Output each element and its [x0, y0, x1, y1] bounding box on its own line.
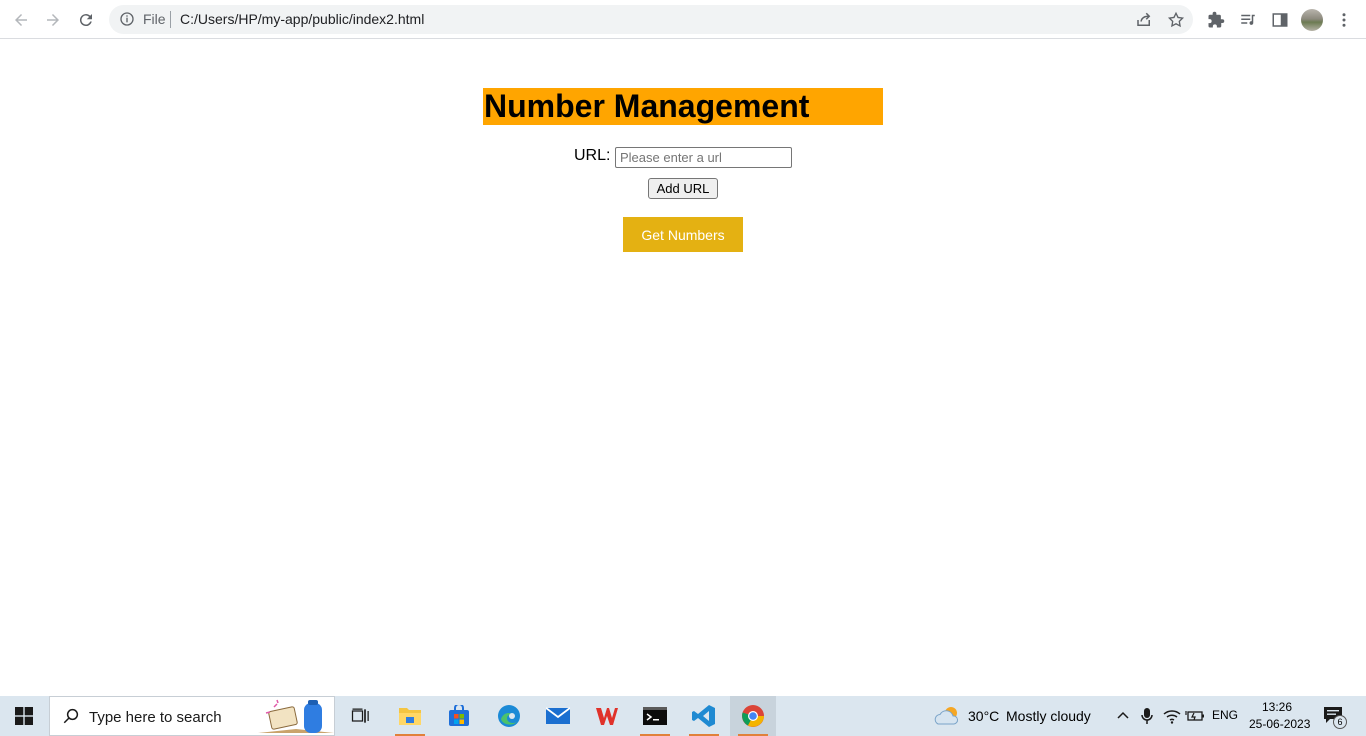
- reload-icon: [79, 14, 92, 27]
- store-bag-icon: [449, 705, 469, 726]
- taskbar-chrome[interactable]: [730, 696, 776, 736]
- back-button[interactable]: [9, 8, 33, 32]
- extensions-button[interactable]: [1204, 8, 1228, 32]
- address-bar[interactable]: File C:/Users/HP/my-app/public/index2.ht…: [109, 5, 1193, 34]
- taskbar-microsoft-store[interactable]: [436, 696, 482, 736]
- arrow-right-icon: [47, 14, 59, 26]
- browser-toolbar: File C:/Users/HP/my-app/public/index2.ht…: [0, 0, 1366, 39]
- folder-icon: [399, 708, 421, 725]
- url-label: URL:: [574, 147, 611, 164]
- taskbar-terminal[interactable]: [632, 696, 678, 736]
- notification-count-badge: 6: [1333, 715, 1347, 729]
- taskbar-mail[interactable]: [535, 696, 581, 736]
- url-input[interactable]: [615, 147, 792, 168]
- battery-charging-icon: [1185, 711, 1204, 721]
- side-panel-icon: [1272, 13, 1288, 27]
- taskbar-wps-office[interactable]: [584, 696, 630, 736]
- show-hidden-icons-button[interactable]: [1113, 706, 1133, 726]
- wps-office-icon: [596, 708, 618, 725]
- edge-browser-icon: [498, 705, 520, 727]
- url-text[interactable]: C:/Users/HP/my-app/public/index2.html: [180, 11, 424, 27]
- clock-time[interactable]: 13:26: [1262, 700, 1292, 714]
- battery-tray[interactable]: [1185, 706, 1205, 726]
- profile-avatar[interactable]: [1301, 9, 1323, 31]
- chrome-icon: [742, 705, 764, 727]
- vscode-icon: [692, 705, 715, 727]
- microphone-tray[interactable]: [1137, 706, 1157, 726]
- windows-logo-icon: [15, 707, 33, 725]
- reload-button[interactable]: [74, 8, 98, 32]
- page-content: Number Management URL: Add URL Get Numbe…: [0, 40, 1366, 696]
- get-numbers-button[interactable]: Get Numbers: [623, 217, 743, 252]
- info-icon[interactable]: [119, 11, 135, 27]
- task-view-button[interactable]: [337, 696, 383, 736]
- search-highlight-illustration-icon: [258, 699, 334, 733]
- side-panel-button[interactable]: [1268, 8, 1292, 32]
- chevron-up-icon: [1117, 711, 1129, 719]
- windows-taskbar: Type here to search 30°C Mostly cloudy E…: [0, 696, 1366, 736]
- search-placeholder: Type here to search: [89, 709, 222, 726]
- divider: [170, 11, 171, 28]
- search-icon: [63, 708, 79, 724]
- clock-date[interactable]: 25-06-2023: [1249, 717, 1310, 731]
- wifi-icon: [1163, 710, 1181, 724]
- taskbar-file-explorer[interactable]: [387, 696, 433, 736]
- weather-temperature[interactable]: 30°C: [968, 708, 999, 724]
- taskbar-edge[interactable]: [486, 696, 532, 736]
- media-control-button[interactable]: [1236, 8, 1260, 32]
- add-url-button[interactable]: Add URL: [648, 178, 718, 199]
- playlist-icon: [1241, 14, 1255, 25]
- arrow-left-icon: [15, 14, 27, 26]
- terminal-icon: [643, 707, 667, 725]
- taskbar-search-box[interactable]: Type here to search: [49, 696, 335, 736]
- bookmark-star-icon[interactable]: [1167, 11, 1185, 29]
- scheme-label: File: [143, 11, 166, 27]
- input-language[interactable]: ENG: [1212, 708, 1238, 722]
- start-button[interactable]: [0, 696, 48, 736]
- task-view-icon: [351, 708, 369, 723]
- weather-description[interactable]: Mostly cloudy: [1006, 708, 1091, 724]
- microphone-icon: [1141, 708, 1153, 724]
- kebab-menu-icon: [1342, 13, 1346, 27]
- mail-icon: [546, 707, 570, 724]
- forward-button[interactable]: [41, 8, 65, 32]
- share-icon[interactable]: [1135, 11, 1153, 29]
- page-title: Number Management: [483, 88, 883, 125]
- network-tray[interactable]: [1162, 706, 1182, 726]
- cloudy-weather-icon: [934, 707, 958, 725]
- puzzle-icon: [1208, 11, 1225, 28]
- taskbar-vs-code[interactable]: [681, 696, 727, 736]
- menu-button[interactable]: [1332, 8, 1356, 32]
